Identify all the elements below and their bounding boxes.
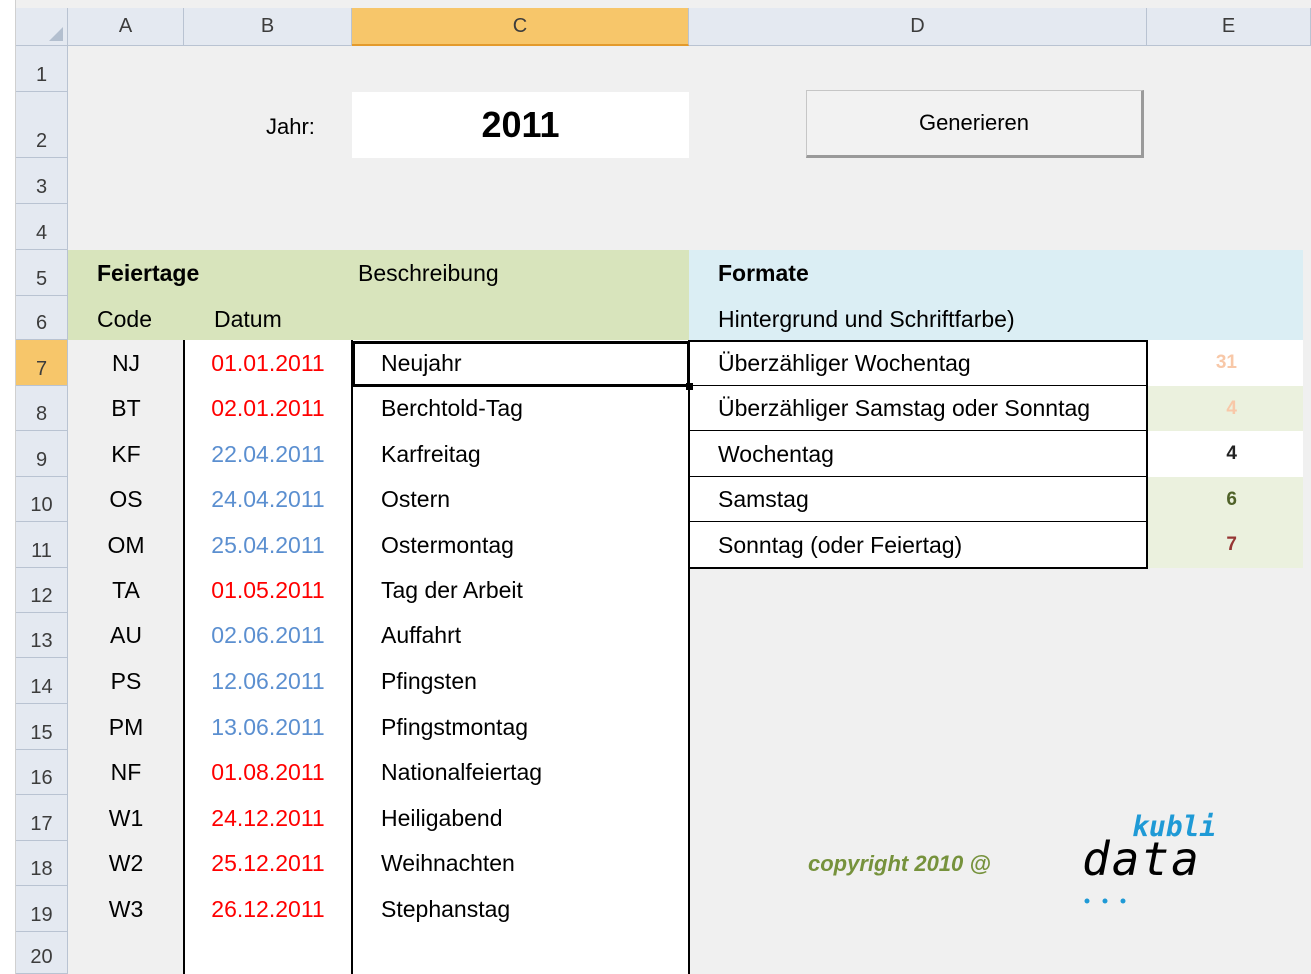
row-header[interactable]: 17: [16, 795, 68, 841]
logo-data: data: [1082, 832, 1201, 886]
holiday-date-cell[interactable]: 26.12.2011: [184, 886, 352, 932]
holiday-date-cell[interactable]: 22.04.2011: [184, 431, 352, 477]
row-header[interactable]: 10: [16, 477, 68, 522]
row-header[interactable]: 4: [16, 204, 68, 250]
holiday-date-cell[interactable]: 02.01.2011: [184, 386, 352, 431]
holiday-date-cell[interactable]: 01.05.2011: [184, 568, 352, 613]
format-sample-cell[interactable]: 4: [1148, 386, 1303, 431]
row-header[interactable]: 15: [16, 704, 68, 750]
window-edge: [0, 0, 16, 974]
fill-handle[interactable]: [686, 383, 693, 390]
year-input[interactable]: 2011: [352, 92, 689, 158]
row-header[interactable]: 6: [16, 296, 68, 340]
table-border-right: [688, 340, 690, 974]
holiday-code-cell[interactable]: OS: [68, 477, 184, 522]
format-sample-cell[interactable]: 6: [1148, 477, 1303, 522]
active-cell-selection[interactable]: [352, 341, 690, 387]
row-header[interactable]: 12: [16, 568, 68, 613]
row-header[interactable]: 1: [16, 46, 68, 92]
table-border-mid: [351, 340, 353, 974]
copyright-text: copyright 2010 @: [808, 851, 991, 876]
holiday-description-cell[interactable]: Nationalfeiertag: [381, 750, 542, 795]
holiday-code-cell[interactable]: W3: [68, 886, 184, 932]
row-header[interactable]: 14: [16, 658, 68, 704]
row-header[interactable]: 16: [16, 750, 68, 795]
formats-subtitle: Hintergrund und Schriftfarbe): [718, 305, 1015, 332]
row-header[interactable]: 3: [16, 158, 68, 204]
format-sample-cell[interactable]: 7: [1148, 522, 1303, 568]
column-header-a[interactable]: A: [68, 8, 184, 46]
holiday-code-cell[interactable]: TA: [68, 568, 184, 613]
logo-dots-icon: [1084, 891, 1130, 904]
row-header[interactable]: 8: [16, 386, 68, 431]
holiday-code-cell[interactable]: BT: [68, 386, 184, 431]
format-label-cell[interactable]: Samstag: [718, 477, 809, 522]
description-header: Beschreibung: [358, 259, 499, 286]
holiday-date-cell[interactable]: 25.12.2011: [184, 841, 352, 886]
holiday-code-cell[interactable]: AU: [68, 613, 184, 658]
row-header[interactable]: 18: [16, 841, 68, 886]
holiday-description-cell[interactable]: Karfreitag: [381, 431, 481, 477]
holiday-date-cell[interactable]: 12.06.2011: [184, 658, 352, 704]
holiday-description-cell[interactable]: Tag der Arbeit: [381, 568, 523, 613]
column-header-d[interactable]: D: [689, 8, 1147, 46]
row-header[interactable]: 9: [16, 431, 68, 477]
column-header-e[interactable]: E: [1147, 8, 1311, 46]
holiday-date-cell[interactable]: 25.04.2011: [184, 522, 352, 568]
holiday-date-cell[interactable]: 02.06.2011: [184, 613, 352, 658]
row-header[interactable]: 2: [16, 92, 68, 158]
code-header: Code: [97, 305, 152, 332]
holiday-date-cell[interactable]: 01.01.2011: [184, 340, 352, 386]
holiday-description-cell[interactable]: Ostermontag: [381, 522, 514, 568]
holiday-description-cell[interactable]: Berchtold-Tag: [381, 386, 523, 431]
holiday-code-cell[interactable]: NF: [68, 750, 184, 795]
year-label: Jahr:: [266, 114, 315, 139]
holiday-code-cell[interactable]: PS: [68, 658, 184, 704]
table-border-left: [183, 340, 185, 974]
row-header[interactable]: 11: [16, 522, 68, 568]
select-all-triangle-icon: [49, 27, 63, 41]
row-header[interactable]: 20: [16, 932, 68, 974]
date-header: Datum: [214, 305, 282, 332]
format-sample-cell[interactable]: 31: [1148, 340, 1303, 386]
holiday-code-cell[interactable]: W1: [68, 795, 184, 841]
format-label-cell[interactable]: Überzähliger Wochentag: [718, 340, 971, 386]
holidays-title: Feiertage: [97, 259, 200, 286]
row-header[interactable]: 7: [16, 340, 68, 386]
formats-border-bottom: [689, 567, 1148, 569]
holiday-description-cell[interactable]: Pfingsten: [381, 658, 477, 704]
row-header[interactable]: 19: [16, 886, 68, 932]
column-header-c[interactable]: C: [352, 8, 689, 46]
holiday-date-cell[interactable]: 24.12.2011: [184, 795, 352, 841]
row-header[interactable]: 13: [16, 613, 68, 658]
generate-button[interactable]: Generieren: [806, 90, 1144, 158]
formats-border-top: [689, 340, 1148, 342]
holiday-code-cell[interactable]: KF: [68, 431, 184, 477]
holiday-description-cell[interactable]: Auffahrt: [381, 613, 461, 658]
holiday-description-cell[interactable]: Heiligabend: [381, 795, 502, 841]
format-sample-cell[interactable]: 4: [1148, 431, 1303, 477]
holiday-description-cell[interactable]: Stephanstag: [381, 886, 510, 932]
row-header[interactable]: 5: [16, 250, 68, 296]
holiday-code-cell[interactable]: OM: [68, 522, 184, 568]
holiday-date-cell[interactable]: 24.04.2011: [184, 477, 352, 522]
format-label-cell[interactable]: Überzähliger Samstag oder Sonntag: [718, 386, 1090, 431]
holiday-code-cell[interactable]: NJ: [68, 340, 184, 386]
holiday-description-cell[interactable]: Pfingstmontag: [381, 704, 528, 750]
holiday-code-cell[interactable]: PM: [68, 704, 184, 750]
select-all-corner[interactable]: [16, 8, 68, 46]
format-label-cell[interactable]: Wochentag: [718, 431, 834, 477]
format-label-cell[interactable]: Sonntag (oder Feiertag): [718, 522, 962, 568]
formats-border-right: [1146, 340, 1148, 569]
holiday-description-cell[interactable]: Ostern: [381, 477, 450, 522]
holiday-code-cell[interactable]: W2: [68, 841, 184, 886]
formats-title: Formate: [718, 259, 809, 286]
column-header-b[interactable]: B: [184, 8, 352, 46]
holiday-date-cell[interactable]: 13.06.2011: [184, 704, 352, 750]
holiday-date-cell[interactable]: 01.08.2011: [184, 750, 352, 795]
holiday-description-cell[interactable]: Weihnachten: [381, 841, 515, 886]
